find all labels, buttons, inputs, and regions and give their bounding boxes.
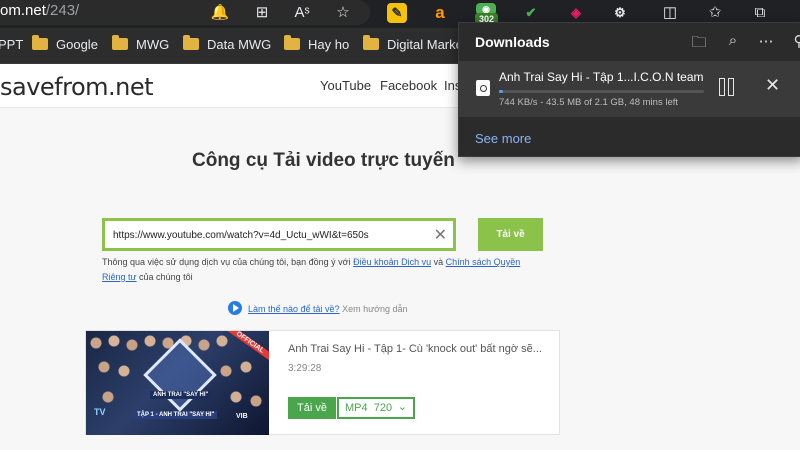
result-download-button[interactable]: Tải về	[288, 397, 336, 419]
clear-icon[interactable]: ✕	[434, 225, 447, 245]
channel-logo: TV	[94, 407, 106, 417]
thumbnail-caption: TẬP 1 - ANH TRAI "SAY HI"	[134, 411, 218, 419]
nav-youtube[interactable]: YouTube	[320, 78, 371, 93]
download-progress-fill	[499, 90, 504, 93]
chevron-down-icon: ⌄	[397, 401, 407, 413]
bookmark-data-mwg[interactable]: Data MWG	[183, 35, 271, 52]
howto-link[interactable]: Làm thế nào để tải về?	[248, 304, 340, 314]
bookmark-digital-marketing[interactable]: Digital Marke	[363, 35, 463, 52]
url-input-box[interactable]: ✕	[102, 218, 456, 251]
bookmark-mwg[interactable]: MWG	[112, 35, 169, 52]
downloads-panel: Downloads 🗀 ⌕ ⋯ ⚲ Anh Trai Say Hi - Tập …	[458, 22, 800, 157]
file-icon	[476, 80, 490, 96]
bookmark-ppt[interactable]: PPT	[0, 37, 23, 52]
amazon-extension-icon[interactable]: a	[430, 3, 450, 23]
close-icon[interactable]: ✕	[765, 75, 780, 96]
bookmark-google[interactable]: Google	[32, 35, 98, 52]
favorite-star-icon[interactable]: ☆	[333, 3, 353, 23]
folder-icon	[32, 35, 48, 50]
bell-icon[interactable]: 🔔	[210, 3, 230, 23]
play-icon[interactable]	[228, 301, 242, 315]
format-select[interactable]: MP4 720 ⌄	[337, 397, 415, 419]
download-status: 744 KB/s - 43.5 MB of 2.1 GB, 48 mins le…	[499, 97, 679, 108]
search-icon[interactable]: ⌕	[723, 32, 743, 49]
collections-icon[interactable]: ⧉	[750, 3, 770, 23]
download-filename[interactable]: Anh Trai Say Hi - Tập 1...I.C.O.N team I	[499, 70, 704, 84]
pin-icon[interactable]: ⚲	[789, 32, 800, 50]
download-button[interactable]: Tải về	[478, 218, 543, 251]
video-title: Anh Trai Say Hi - Tập 1- Cù 'knock out' …	[288, 343, 542, 355]
split-screen-icon[interactable]: ◫	[660, 3, 680, 23]
color-wheel-extension-icon[interactable]: ◈	[566, 3, 586, 23]
address-text[interactable]: om.net/243/	[0, 2, 79, 19]
download-progress	[499, 90, 704, 93]
open-folder-icon[interactable]: 🗀	[689, 32, 709, 57]
show-logo-text: ANH TRAI "SAY HI"	[150, 391, 212, 399]
pause-icon[interactable]	[719, 78, 735, 96]
page-title: Công cụ Tải video trực tuyến	[192, 150, 455, 171]
video-result-card: ANH TRAI "SAY HI" OFFICIAL TV TẬP 1 - AN…	[85, 330, 560, 435]
download-item[interactable]: Anh Trai Say Hi - Tập 1...I.C.O.N team I…	[459, 61, 800, 117]
notes-extension-icon[interactable]: ✎	[387, 3, 407, 23]
folder-icon	[363, 35, 379, 50]
howto-row: Làm thế nào để tải về? Xem hướng dẫn	[228, 301, 408, 315]
apps-grid-icon[interactable]: ⊞	[252, 3, 272, 23]
video-duration: 3:29:28	[288, 363, 322, 374]
sponsor-logo: VIB	[236, 413, 248, 420]
read-aloud-icon[interactable]: Aˢ	[292, 3, 312, 23]
folder-icon	[183, 35, 199, 50]
folder-icon	[112, 35, 128, 50]
url-input[interactable]	[113, 226, 423, 244]
nav-facebook[interactable]: Facebook	[380, 78, 437, 93]
folder-icon	[284, 35, 300, 50]
terms-of-service-link[interactable]: Điều khoản Dịch vụ	[353, 257, 431, 267]
terms-notice: Thông qua việc sử dụng dịch vụ của chúng…	[102, 257, 521, 282]
site-logo[interactable]: savefrom.net	[0, 73, 154, 101]
user-check-extension-icon[interactable]: ✔	[521, 3, 541, 23]
bookmark-hay-ho[interactable]: Hay ho	[284, 35, 349, 52]
address-bar[interactable]: om.net/243/ 🔔 ⊞ Aˢ ☆	[0, 0, 370, 25]
favorites-icon[interactable]: ✩	[705, 3, 725, 23]
see-more-link[interactable]: See more	[475, 131, 531, 146]
more-options-icon[interactable]: ⋯	[756, 32, 776, 50]
puzzle-extensions-icon[interactable]: ⚙	[610, 3, 630, 23]
video-thumbnail[interactable]: ANH TRAI "SAY HI" OFFICIAL TV TẬP 1 - AN…	[86, 331, 269, 435]
downloads-title: Downloads	[475, 34, 550, 50]
